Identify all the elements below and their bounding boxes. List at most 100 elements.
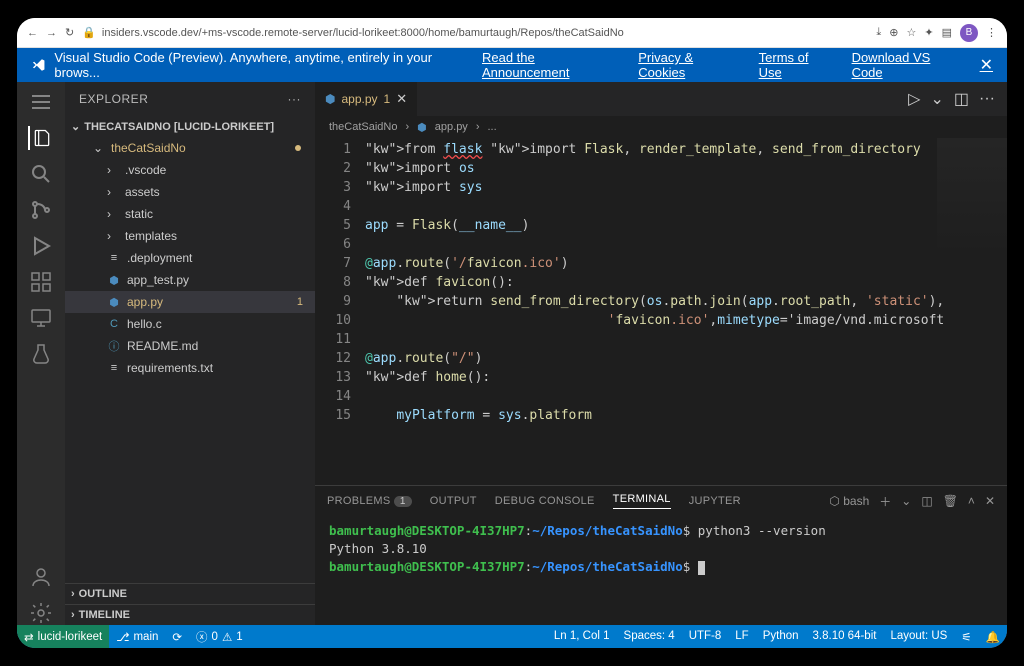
terminal-cursor	[698, 561, 705, 575]
feedback-icon[interactable]: ⚟	[954, 630, 978, 644]
browser-toolbar: ← → ↻ 🔒 insiders.vscode.dev/+ms-vscode.r…	[17, 18, 1007, 48]
split-editor-icon[interactable]: ◫	[954, 89, 969, 109]
terminal-shell-label[interactable]: ⬡ bash	[829, 494, 869, 508]
timeline-section[interactable]: › TIMELINE	[65, 604, 315, 625]
sync-button[interactable]: ⟳	[165, 625, 189, 648]
panel-tab-jupyter[interactable]: JUPYTER	[689, 495, 741, 507]
c-file-icon: C	[107, 318, 121, 330]
extensions-tab-icon[interactable]	[29, 270, 53, 294]
link-terms[interactable]: Terms of Use	[759, 50, 832, 80]
remote-indicator[interactable]: ⇄ lucid-lorikeet	[17, 625, 109, 648]
address-bar[interactable]: 🔒 insiders.vscode.dev/+ms-vscode.remote-…	[82, 26, 868, 39]
text-file-icon: ≡	[107, 252, 121, 264]
minimap[interactable]	[937, 138, 1007, 258]
nav-back-icon[interactable]: ←	[27, 27, 38, 39]
outline-section[interactable]: › OUTLINE	[65, 583, 315, 604]
chevron-right-icon: ›	[107, 229, 119, 243]
chevron-right-icon: ›	[71, 588, 75, 600]
text-file-icon: ≡	[107, 362, 121, 374]
info-banner: Visual Studio Code (Preview). Anywhere, …	[17, 48, 1007, 82]
terminal-content[interactable]: bamurtaugh@DESKTOP-4I37HP7:~/Repos/theCa…	[315, 516, 1007, 625]
nav-reload-icon[interactable]: ↻	[65, 26, 74, 39]
star-icon[interactable]: ☆	[907, 26, 917, 39]
encoding[interactable]: UTF-8	[682, 630, 729, 642]
link-announcement[interactable]: Read the Announcement	[482, 50, 618, 80]
indentation[interactable]: Spaces: 4	[617, 630, 682, 642]
nav-forward-icon[interactable]: →	[46, 27, 57, 39]
git-branch[interactable]: ⎇main	[109, 625, 165, 648]
profile-avatar[interactable]: B	[960, 24, 978, 42]
link-download[interactable]: Download VS Code	[852, 50, 960, 80]
tree-item[interactable]: ⬢app.py1	[65, 291, 315, 313]
accounts-icon[interactable]	[29, 565, 53, 589]
status-bar: ⇄ lucid-lorikeet ⎇main ⟳ ⓧ0 ⚠1 Ln 1, Col…	[17, 625, 1007, 648]
run-debug-icon[interactable]	[29, 234, 53, 258]
remote-explorer-icon[interactable]	[29, 306, 53, 330]
notifications-icon[interactable]: 🔔	[979, 630, 1007, 644]
tree-item[interactable]: ≡.deployment	[65, 247, 315, 269]
translate-icon[interactable]: ⊕	[889, 26, 898, 39]
breadcrumbs[interactable]: theCatSaidNo› ⬢app.py› ...	[315, 116, 1007, 138]
tree-item[interactable]: ≡requirements.txt	[65, 357, 315, 379]
split-terminal-icon[interactable]: ◫	[921, 494, 932, 508]
browser-menu-icon[interactable]: ⋮	[986, 26, 997, 39]
bottom-panel: PROBLEMS 1 OUTPUT DEBUG CONSOLE TERMINAL…	[315, 485, 1007, 625]
tree-item[interactable]: ›.vscode	[65, 159, 315, 181]
chevron-right-icon: ›	[107, 185, 119, 199]
folder-header[interactable]: ⌄ THECATSAIDNO [LUCID-LORIKEET]	[65, 116, 315, 137]
chevron-right-icon: ›	[107, 163, 119, 177]
maximize-panel-icon[interactable]: ˄	[968, 494, 975, 508]
tree-project[interactable]: ⌄ theCatSaidNo	[65, 137, 315, 159]
panel-tab-terminal[interactable]: TERMINAL	[613, 493, 671, 509]
tab-close-icon[interactable]: ✕	[396, 91, 407, 107]
eol[interactable]: LF	[728, 630, 755, 642]
tree-item[interactable]: ›static	[65, 203, 315, 225]
keyboard-layout[interactable]: Layout: US	[883, 630, 954, 642]
menu-icon[interactable]	[29, 90, 53, 114]
python-file-icon: ⬢	[325, 92, 335, 106]
tree-item[interactable]: ⓘREADME.md	[65, 335, 315, 357]
reading-list-icon[interactable]: ▤	[942, 26, 952, 39]
run-file-icon[interactable]: ▷	[908, 89, 920, 109]
activity-bar	[17, 82, 65, 625]
url-text: insiders.vscode.dev/+ms-vscode.remote-se…	[102, 27, 624, 39]
testing-icon[interactable]	[29, 342, 53, 366]
tree-item[interactable]: Chello.c	[65, 313, 315, 335]
tab-app-py[interactable]: ⬢ app.py 1 ✕	[315, 82, 418, 116]
chevron-down-icon: ⌄	[71, 120, 80, 133]
trash-icon[interactable]: 🗑	[943, 494, 958, 508]
install-icon[interactable]: ⤓	[876, 26, 881, 39]
terminal-dropdown-icon[interactable]: ⌄	[901, 494, 911, 508]
source-control-icon[interactable]	[29, 198, 53, 222]
python-file-icon: ⬢	[107, 296, 121, 309]
info-file-icon: ⓘ	[107, 338, 121, 354]
chevron-down-icon: ⌄	[93, 141, 105, 155]
tree-item[interactable]: ›assets	[65, 181, 315, 203]
run-dropdown-icon[interactable]: ⌄	[930, 89, 943, 109]
panel-tab-output[interactable]: OUTPUT	[430, 495, 477, 507]
settings-gear-icon[interactable]	[29, 601, 53, 625]
lock-icon: 🔒	[82, 26, 96, 39]
panel-tab-debug[interactable]: DEBUG CONSOLE	[495, 495, 595, 507]
close-panel-icon[interactable]: ✕	[985, 494, 995, 508]
explorer-icon[interactable]	[28, 126, 52, 150]
panel-tab-problems[interactable]: PROBLEMS 1	[327, 495, 412, 507]
language-mode[interactable]: Python	[756, 630, 806, 642]
code-editor[interactable]: 123456789101112131415 "kw">from flask "k…	[315, 138, 1007, 485]
link-privacy[interactable]: Privacy & Cookies	[638, 50, 738, 80]
explorer-sidebar: EXPLORER ··· ⌄ THECATSAIDNO [LUCID-LORIK…	[65, 82, 315, 625]
tree-item[interactable]: ⬢app_test.py	[65, 269, 315, 291]
banner-title: Visual Studio Code (Preview). Anywhere, …	[54, 50, 464, 80]
search-icon[interactable]	[29, 162, 53, 186]
cursor-position[interactable]: Ln 1, Col 1	[547, 630, 617, 642]
python-interpreter[interactable]: 3.8.10 64-bit	[806, 630, 884, 642]
chevron-right-icon: ›	[107, 207, 119, 221]
problems-counter[interactable]: ⓧ0 ⚠1	[189, 625, 250, 648]
branch-icon: ⎇	[116, 630, 129, 644]
banner-close-icon[interactable]: ✕	[980, 55, 993, 75]
new-terminal-icon[interactable]: ＋	[879, 493, 891, 510]
tree-item[interactable]: ›templates	[65, 225, 315, 247]
extensions-icon[interactable]: ✦	[924, 26, 933, 39]
explorer-more-icon[interactable]: ···	[288, 92, 302, 106]
editor-more-icon[interactable]: ···	[979, 90, 995, 108]
